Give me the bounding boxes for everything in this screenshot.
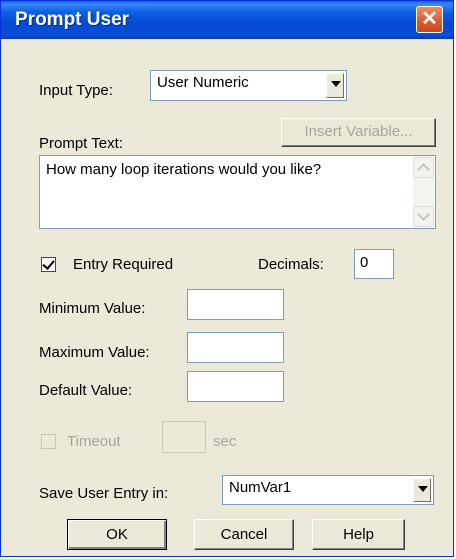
timeout-checkbox[interactable] [41, 434, 56, 449]
prompt-text-area[interactable]: How many loop iterations would you like? [39, 155, 436, 229]
scroll-up-icon[interactable] [413, 157, 434, 178]
help-button[interactable]: Help [312, 519, 405, 550]
ok-button[interactable]: OK [67, 519, 167, 550]
default-value-field[interactable] [187, 371, 284, 402]
timeout-field[interactable] [162, 421, 206, 453]
default-value-label: Default Value: [39, 382, 133, 399]
prompt-text-scrollbar[interactable] [413, 157, 434, 227]
cancel-button[interactable]: Cancel [194, 519, 294, 550]
close-icon: ✕ [421, 8, 438, 30]
save-entry-label: Save User Entry in: [39, 485, 169, 502]
entry-required-label: Entry Required [73, 256, 174, 273]
insert-variable-button[interactable]: Insert Variable... [281, 118, 436, 147]
timeout-label: Timeout [67, 433, 121, 450]
minimum-value-label: Minimum Value: [39, 300, 146, 317]
prompt-user-dialog: Prompt User ✕ Input Type: User Numeric P… [0, 0, 454, 557]
checkmark-icon [42, 257, 55, 270]
input-type-value: User Numeric [157, 74, 249, 91]
maximum-value-field[interactable] [187, 332, 284, 363]
maximum-value-label: Maximum Value: [39, 344, 150, 361]
decimals-label: Decimals: [258, 256, 324, 273]
decimals-field[interactable]: 0 [354, 249, 394, 279]
prompt-text-value: How many loop iterations would you like? [46, 161, 322, 178]
chevron-down-icon[interactable] [326, 73, 344, 98]
input-type-select[interactable]: User Numeric [150, 70, 347, 101]
chevron-down-icon[interactable] [413, 478, 431, 502]
save-entry-value: NumVar1 [229, 479, 292, 496]
window-title: Prompt User [15, 9, 130, 30]
entry-required-checkbox[interactable] [41, 257, 56, 272]
timeout-unit-label: sec [213, 433, 237, 450]
title-bar[interactable]: Prompt User ✕ [1, 1, 453, 39]
input-type-label: Input Type: [39, 82, 113, 99]
scroll-down-icon[interactable] [413, 206, 434, 227]
minimum-value-field[interactable] [187, 289, 284, 320]
close-button[interactable]: ✕ [416, 6, 443, 33]
decimals-value: 0 [360, 254, 369, 271]
prompt-text-label: Prompt Text: [39, 135, 123, 152]
save-entry-select[interactable]: NumVar1 [222, 475, 434, 505]
